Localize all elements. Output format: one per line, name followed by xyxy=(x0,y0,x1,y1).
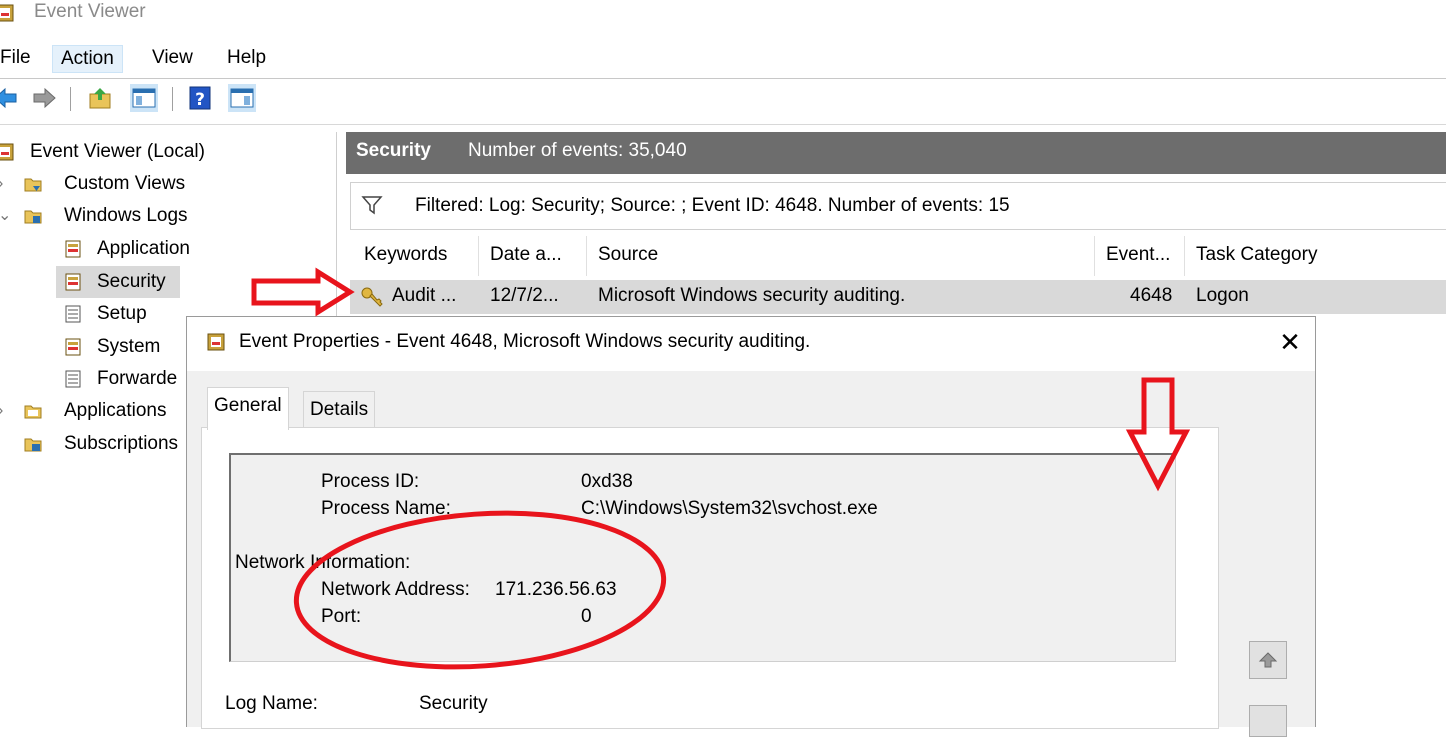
log-name: Security xyxy=(356,140,431,161)
tree-item-windows-logs[interactable]: ⌄ Windows Logs xyxy=(0,200,336,232)
process-id-value: 0xd38 xyxy=(581,471,633,492)
divider xyxy=(0,124,1446,125)
tree-label: Applications xyxy=(64,400,167,421)
port-label: Port: xyxy=(321,606,362,627)
tree-item-security[interactable]: Security xyxy=(0,266,336,298)
cell-event-id: 4648 xyxy=(1130,285,1173,306)
tree-label: Application xyxy=(97,238,190,259)
network-address-label: Network Address: xyxy=(321,579,470,600)
event-description-box[interactable]: Process ID: 0xd38 Process Name: C:\Windo… xyxy=(229,453,1176,662)
column-header-keywords[interactable]: Keywords xyxy=(364,244,447,266)
subscriptions-icon xyxy=(24,438,42,452)
column-divider[interactable] xyxy=(586,236,587,276)
event-viewer-icon xyxy=(207,333,225,351)
filter-bar: Filtered: Log: Security; Source: ; Event… xyxy=(350,182,1446,230)
column-header-event-id[interactable]: Event... xyxy=(1106,244,1170,266)
tree-label: System xyxy=(97,336,161,357)
column-header-date[interactable]: Date a... xyxy=(490,244,562,266)
filter-icon xyxy=(361,196,383,215)
log-icon xyxy=(65,305,81,323)
port-value: 0 xyxy=(581,606,592,627)
network-information-heading: Network Information: xyxy=(235,552,411,573)
process-id-label: Process ID: xyxy=(321,471,420,492)
menu-action[interactable]: Action xyxy=(52,45,123,73)
menu-help[interactable]: Help xyxy=(219,45,274,71)
log-header-bar: Security Number of events: 35,040 xyxy=(346,132,1446,174)
tree-label: Event Viewer (Local) xyxy=(30,141,205,162)
log-name-value: Security xyxy=(419,693,488,714)
log-icon xyxy=(65,240,81,258)
tab-general[interactable]: General xyxy=(207,387,289,430)
column-header-task-category[interactable]: Task Category xyxy=(1196,244,1317,266)
event-properties-dialog: Event Properties - Event 4648, Microsoft… xyxy=(186,316,1316,737)
event-viewer-icon xyxy=(0,4,14,22)
previous-event-button[interactable] xyxy=(1249,641,1287,679)
tree-label: Subscriptions xyxy=(64,433,179,454)
tree-item-root[interactable]: Event Viewer (Local) xyxy=(0,136,336,168)
table-row[interactable]: Audit ... 12/7/2... Microsoft Windows se… xyxy=(350,280,1446,314)
close-button[interactable]: ✕ xyxy=(1273,325,1307,359)
back-arrow-icon[interactable] xyxy=(0,84,20,112)
folder-icon xyxy=(24,178,42,192)
window-title: Event Viewer xyxy=(34,1,146,22)
log-icon xyxy=(65,370,81,388)
menu-file[interactable]: File xyxy=(0,45,39,71)
arrow-up-icon xyxy=(1258,652,1278,668)
log-icon xyxy=(65,338,81,356)
network-address-value: 171.236.56.63 xyxy=(495,579,617,600)
menu-view[interactable]: View xyxy=(144,45,201,71)
forward-arrow-icon[interactable] xyxy=(30,84,58,112)
tree-label: Custom Views xyxy=(64,173,186,194)
up-folder-icon[interactable] xyxy=(86,84,114,112)
show-hide-console-tree-icon[interactable] xyxy=(130,84,158,112)
column-divider[interactable] xyxy=(1094,236,1095,276)
cell-date: 12/7/2... xyxy=(490,285,559,306)
folder-icon xyxy=(24,405,42,419)
column-header-source[interactable]: Source xyxy=(598,244,658,266)
toolbar-separator xyxy=(70,87,71,111)
tree-item-custom-views[interactable]: › Custom Views xyxy=(0,168,336,200)
tree-label: Forwarde xyxy=(97,368,178,389)
divider xyxy=(0,78,1446,79)
column-divider[interactable] xyxy=(478,236,479,276)
tree-label: Setup xyxy=(97,303,147,324)
show-hide-action-pane-icon[interactable] xyxy=(228,84,256,112)
cell-source: Microsoft Windows security auditing. xyxy=(598,285,906,306)
event-count: Number of events: 35,040 xyxy=(468,140,687,161)
event-viewer-icon xyxy=(0,143,14,161)
dialog-titlebar: Event Properties - Event 4648, Microsoft… xyxy=(187,317,1315,371)
log-icon xyxy=(65,273,81,291)
cell-task-category: Logon xyxy=(1196,285,1249,306)
toolbar: ? xyxy=(0,84,400,118)
cell-keywords: Audit ... xyxy=(392,285,457,306)
tab-details[interactable]: Details xyxy=(303,391,376,428)
column-divider[interactable] xyxy=(1184,236,1185,276)
chevron-right-icon[interactable]: › xyxy=(0,168,12,200)
tree-label: Windows Logs xyxy=(64,205,188,226)
next-event-button[interactable] xyxy=(1249,705,1287,737)
process-name-value: C:\Windows\System32\svchost.exe xyxy=(581,498,878,519)
dialog-title: Event Properties - Event 4648, Microsoft… xyxy=(239,331,811,352)
tree-item-application[interactable]: Application xyxy=(0,233,336,265)
key-icon xyxy=(361,287,383,307)
toolbar-separator xyxy=(172,87,173,111)
window-titlebar: Event Viewer xyxy=(0,0,1446,34)
process-name-label: Process Name: xyxy=(321,498,451,519)
menu-bar: File Action View Help xyxy=(0,40,1446,76)
folder-icon xyxy=(24,210,42,224)
tree-label: Security xyxy=(97,271,166,292)
help-icon[interactable]: ? xyxy=(186,84,214,112)
filter-text: Filtered: Log: Security; Source: ; Event… xyxy=(415,195,1010,216)
cut-off-text-line xyxy=(239,455,439,461)
column-headers: Keywords Date a... Source Event... Task … xyxy=(350,234,1446,278)
svg-text:?: ? xyxy=(195,90,205,110)
log-name-label: Log Name: xyxy=(225,693,318,714)
chevron-right-icon[interactable]: › xyxy=(0,395,12,427)
chevron-down-icon[interactable]: ⌄ xyxy=(0,200,12,232)
